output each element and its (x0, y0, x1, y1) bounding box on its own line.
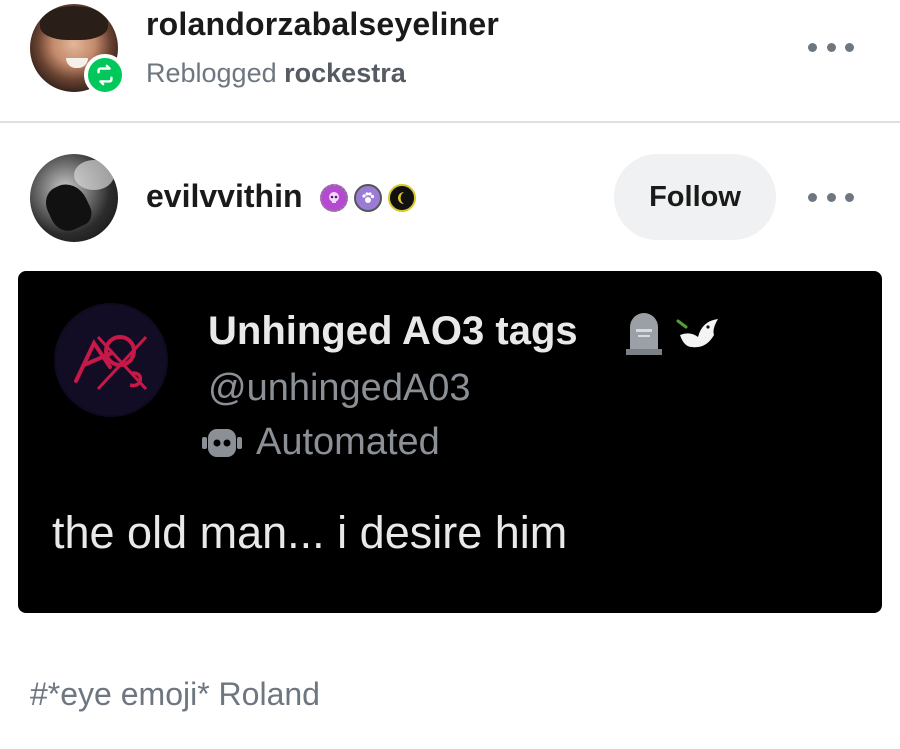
moon-badge-icon[interactable] (388, 184, 416, 212)
reblogged-from-line: Reblogged rockestra (146, 58, 406, 89)
reblogged-from-link[interactable]: rockestra (284, 58, 406, 88)
more-options-icon[interactable] (808, 184, 854, 210)
paw-badge-icon[interactable] (354, 184, 382, 212)
tweet-display-name: Unhinged AO3 tags (208, 309, 578, 353)
more-options-icon[interactable] (808, 34, 854, 60)
reblogger-avatar[interactable] (30, 4, 126, 96)
tweet-avatar (54, 303, 168, 417)
user-badges (320, 184, 416, 212)
divider (0, 121, 900, 123)
post-tag[interactable]: #*eye emoji* Roland (30, 676, 320, 713)
tweet-name-emojis (622, 311, 722, 355)
tweet-handle: @unhingedA03 (208, 367, 471, 409)
dove-icon (676, 319, 718, 348)
reblog-header: rolandorzabalseyeliner Reblogged rockest… (0, 0, 900, 122)
author-avatar[interactable] (30, 154, 118, 242)
author-username[interactable]: evilvvithin (146, 178, 303, 215)
reblog-icon (84, 54, 126, 96)
skull-badge-icon[interactable] (320, 184, 348, 212)
headstone-icon (626, 313, 662, 355)
post-author-header: evilvvithin Follow (0, 140, 900, 250)
reblogger-username[interactable]: rolandorzabalseyeliner (146, 6, 499, 43)
automated-label: Automated (200, 421, 440, 464)
reblogged-label: Reblogged (146, 58, 277, 88)
robot-icon (202, 428, 242, 457)
automated-text: Automated (256, 421, 440, 463)
tweet-screenshot-image: Unhinged AO3 tags @unhingedA03 Automated… (18, 271, 882, 613)
tumblr-post: rolandorzabalseyeliner Reblogged rockest… (0, 0, 900, 749)
follow-button[interactable]: Follow (614, 154, 776, 240)
tweet-body-text: the old man... i desire him (52, 507, 568, 558)
